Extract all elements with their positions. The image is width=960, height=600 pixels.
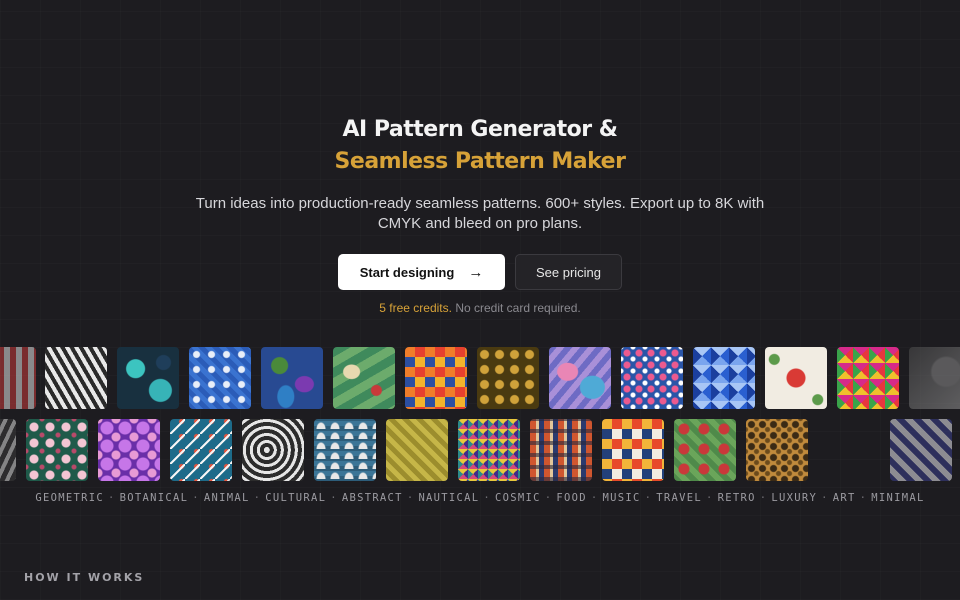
category-geometric[interactable]: GEOMETRIC [35, 492, 104, 504]
no-credit-card-text: No credit card required. [455, 301, 581, 315]
pattern-tile[interactable] [333, 347, 395, 409]
separator: · [859, 492, 868, 504]
pattern-tile[interactable] [189, 347, 251, 409]
arrow-right-icon: → [468, 263, 484, 281]
pattern-tile[interactable] [386, 419, 448, 481]
landing-page: AI Pattern Generator & Seamless Pattern … [0, 0, 960, 600]
pattern-gallery-row-1 [0, 347, 960, 409]
pattern-tile[interactable] [117, 347, 179, 409]
pattern-tile[interactable] [693, 347, 755, 409]
category-minimal[interactable]: MINIMAL [871, 492, 924, 504]
category-travel[interactable]: TRAVEL [656, 492, 702, 504]
pattern-tile[interactable] [314, 419, 376, 481]
pattern-tile[interactable] [261, 347, 323, 409]
category-animal[interactable]: ANIMAL [204, 492, 250, 504]
separator: · [192, 492, 200, 504]
pattern-gallery-row-2 [0, 419, 960, 481]
separator: · [406, 492, 415, 504]
category-cultural[interactable]: CULTURAL [265, 492, 326, 504]
free-credits-note: 5 free credits. No credit card required. [0, 301, 960, 315]
pattern-tile[interactable] [0, 419, 16, 481]
separator: · [706, 492, 714, 504]
category-cosmic[interactable]: COSMIC [495, 492, 541, 504]
pattern-tile[interactable] [909, 347, 960, 409]
category-botanical[interactable]: BOTANICAL [120, 492, 189, 504]
pattern-tile[interactable] [621, 347, 683, 409]
pattern-tile[interactable] [549, 347, 611, 409]
pattern-tile[interactable] [45, 347, 107, 409]
separator: · [108, 492, 116, 504]
separator: · [483, 492, 492, 504]
separator: · [330, 492, 338, 504]
start-designing-button[interactable]: Start designing → [338, 254, 505, 290]
pattern-tile[interactable] [170, 419, 232, 481]
separator: · [644, 492, 653, 504]
pattern-tile[interactable] [242, 419, 304, 481]
pattern-tile[interactable] [458, 419, 520, 481]
pattern-tile[interactable] [674, 419, 736, 481]
pattern-tile[interactable] [98, 419, 160, 481]
cta-row: Start designing → See pricing [0, 254, 960, 290]
category-music[interactable]: MUSIC [603, 492, 641, 504]
category-art[interactable]: ART [833, 492, 856, 504]
pattern-tile[interactable] [26, 419, 88, 481]
separator: · [544, 492, 553, 504]
hero-title-line1: AI Pattern Generator & [342, 117, 618, 142]
pattern-tile[interactable] [837, 347, 899, 409]
category-nautical[interactable]: NAUTICAL [418, 492, 479, 504]
separator: · [590, 492, 599, 504]
category-list: GEOMETRIC · BOTANICAL · ANIMAL · CULTURAL · ABST… [0, 492, 960, 504]
pattern-tile[interactable] [890, 419, 952, 481]
category-retro[interactable]: RETRO [718, 492, 756, 504]
category-luxury[interactable]: LUXURY [771, 492, 817, 504]
pattern-tile[interactable] [405, 347, 467, 409]
pattern-tile[interactable] [602, 419, 664, 481]
hero-title-line2: Seamless Pattern Maker [334, 149, 626, 174]
pattern-tile[interactable] [477, 347, 539, 409]
how-it-works-heading: HOW IT WORKS [24, 571, 145, 584]
category-abstract[interactable]: ABSTRACT [342, 492, 403, 504]
pattern-tile[interactable] [0, 347, 36, 409]
hero-section: AI Pattern Generator & Seamless Pattern … [0, 114, 960, 315]
start-designing-label: Start designing [359, 264, 455, 280]
separator: · [759, 492, 768, 504]
separator: · [253, 492, 262, 504]
pattern-tile[interactable] [746, 419, 808, 481]
separator: · [821, 492, 829, 504]
pattern-tile[interactable] [530, 419, 592, 481]
free-credits-text: 5 free credits. [379, 301, 452, 315]
hero-subtitle: Turn ideas into production-ready seamles… [195, 195, 765, 232]
category-food[interactable]: FOOD [556, 492, 587, 504]
pattern-tile[interactable] [765, 347, 827, 409]
see-pricing-button[interactable]: See pricing [515, 254, 622, 290]
